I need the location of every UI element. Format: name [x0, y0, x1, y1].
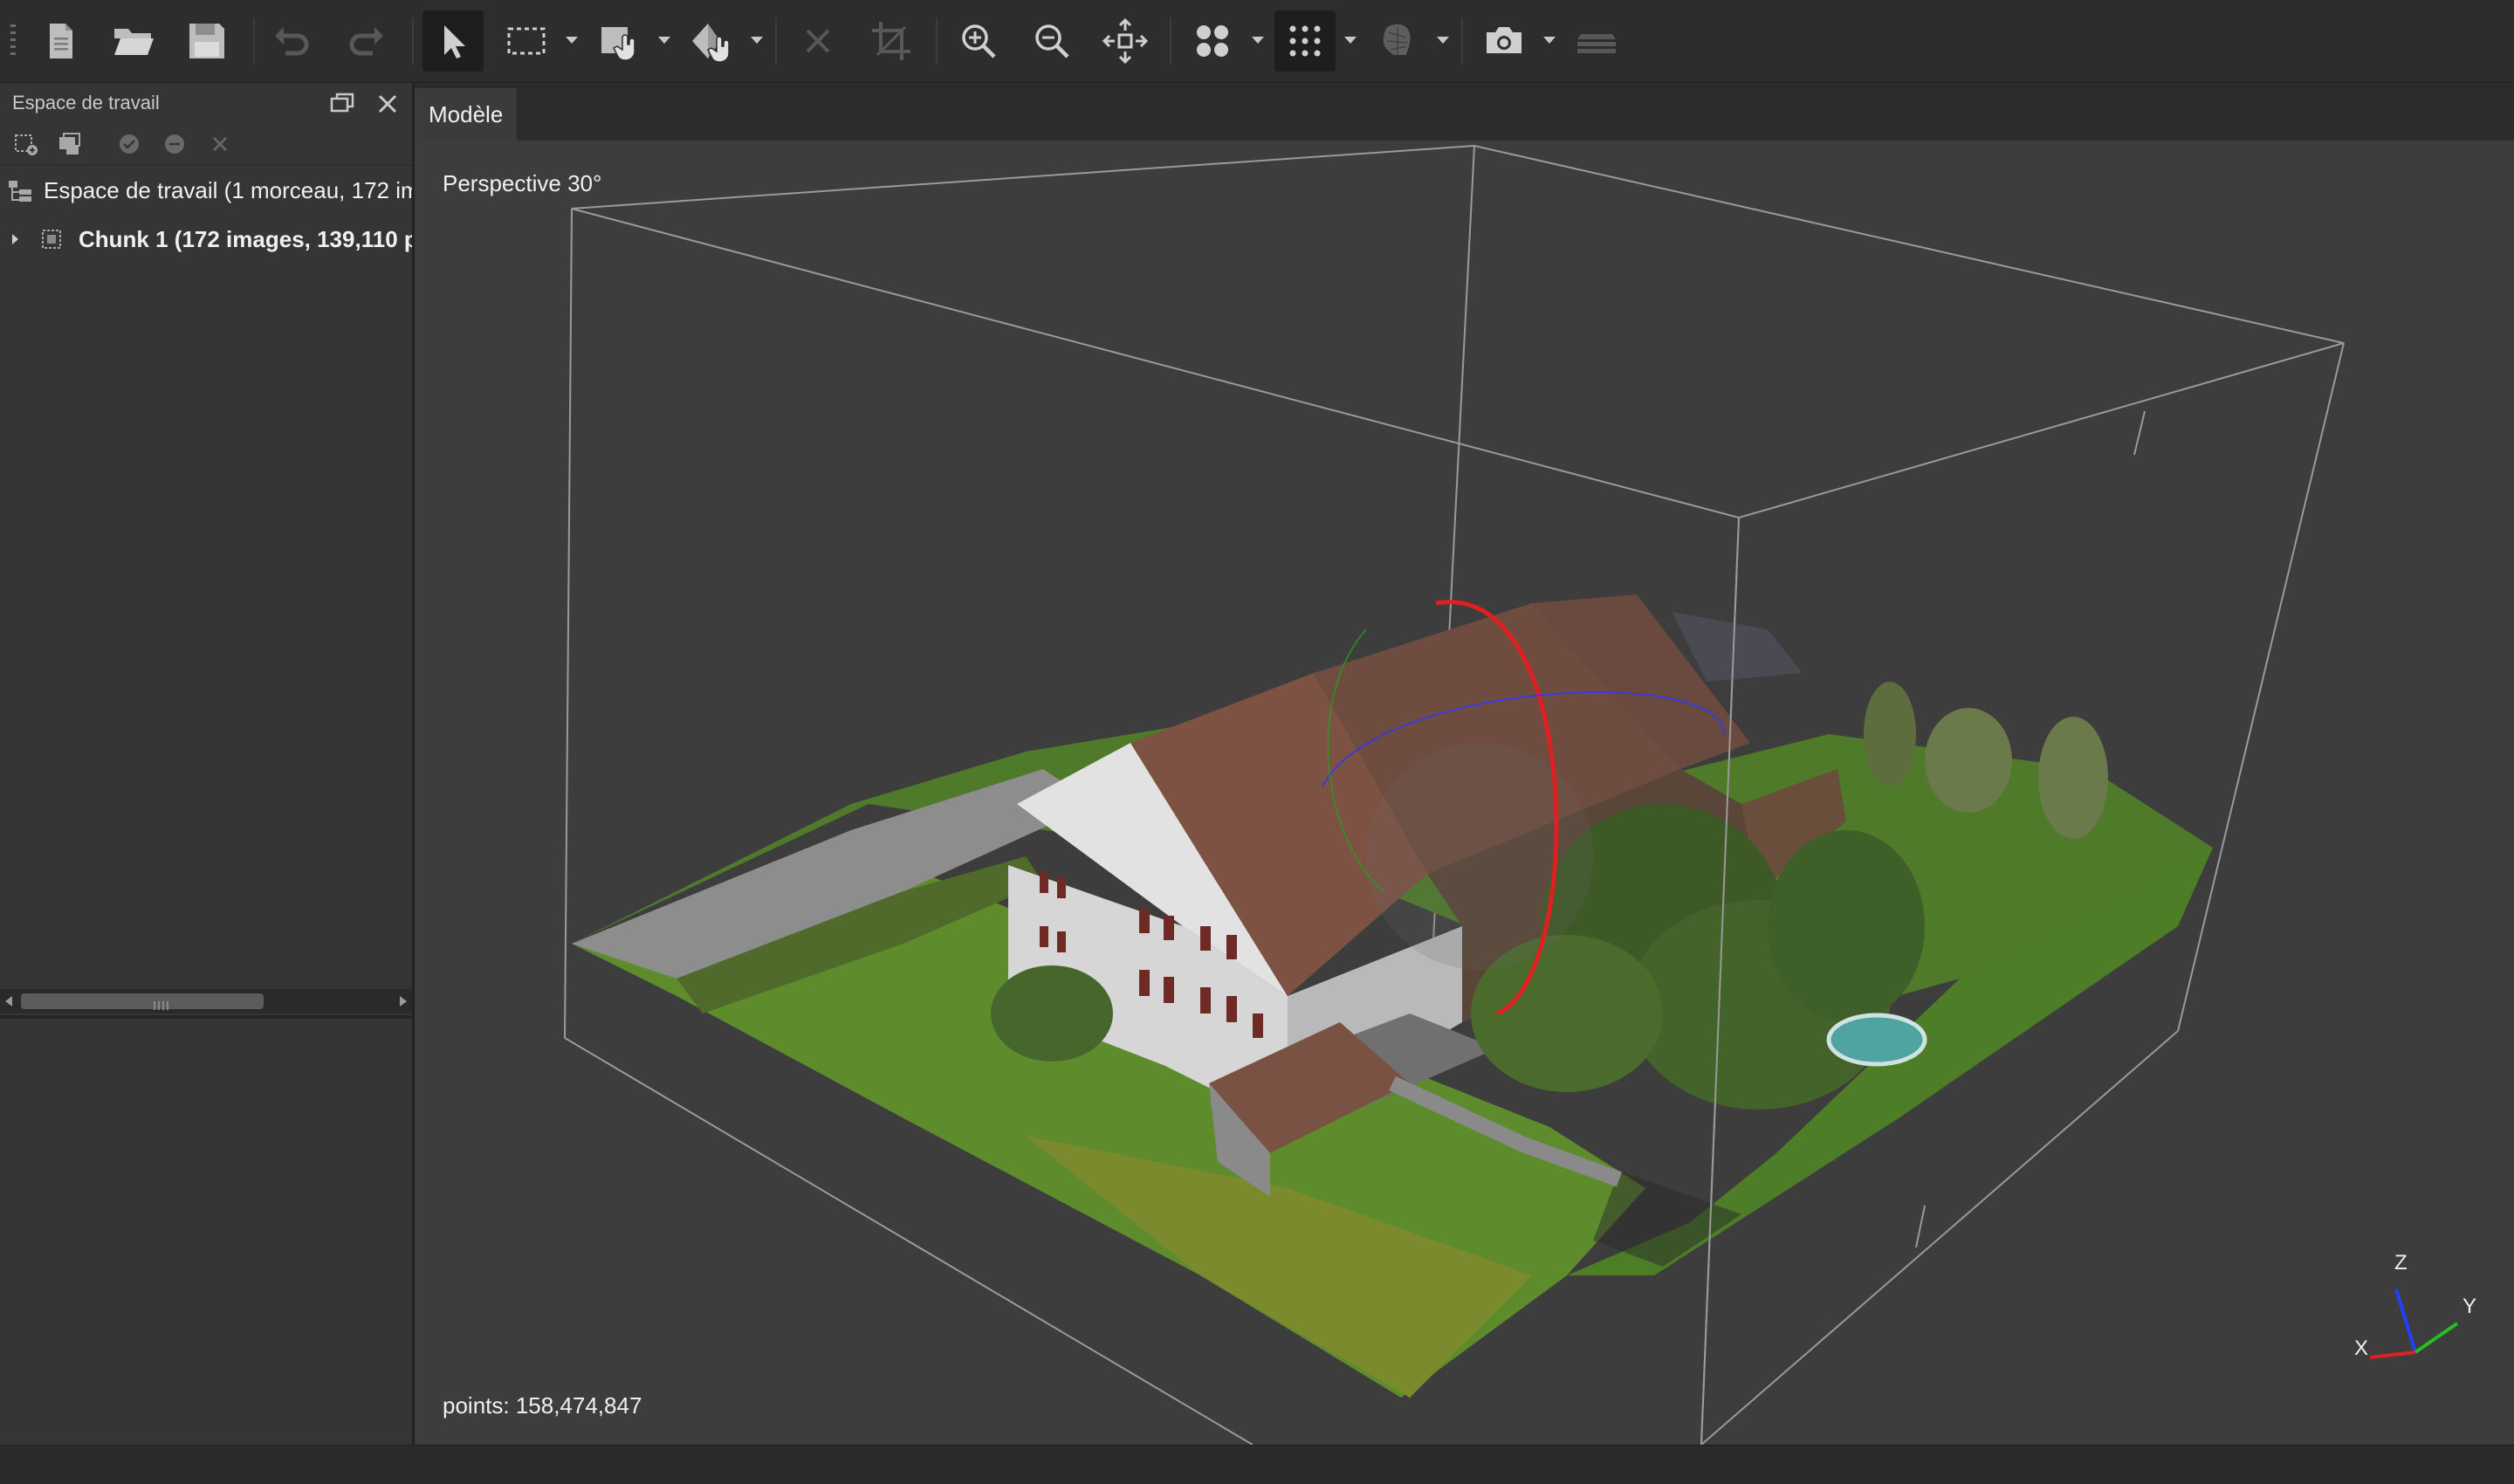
rectangle-selection-icon[interactable] [496, 10, 557, 72]
new-document-icon[interactable] [30, 10, 91, 72]
workspace-tree-icon [9, 181, 31, 202]
zoom-out-icon[interactable] [1021, 10, 1082, 72]
transform-object-dropdown[interactable] [751, 37, 763, 44]
rectangle-selection-dropdown[interactable] [566, 37, 578, 44]
close-panel-icon[interactable] [372, 88, 403, 120]
scroll-right-icon[interactable] [400, 996, 407, 1007]
add-chunk-icon[interactable] [12, 130, 40, 158]
navigation-tool-dropdown[interactable] [658, 37, 670, 44]
projection-label: Perspective 30° [443, 170, 602, 196]
workspace-panel-title: Espace de travail [12, 92, 160, 113]
show-model-icon[interactable] [1367, 10, 1428, 72]
points-count-label: points: 158,474,847 [443, 1392, 642, 1419]
enable-camera-icon[interactable] [115, 130, 143, 158]
tree-item-chunk[interactable]: Chunk 1 (172 images, 139,110 points) [0, 216, 412, 261]
tree-item-workspace-label: Espace de travail (1 morceau, 172 images… [44, 177, 412, 203]
y-axis-label: Y [2462, 1295, 2477, 1318]
layers-icon[interactable] [1566, 10, 1627, 72]
axis-indicator [2369, 1288, 2459, 1359]
crop-icon[interactable] [861, 10, 922, 72]
remove-item-icon[interactable] [206, 130, 234, 158]
show-dense-cloud-dropdown[interactable] [1344, 37, 1357, 44]
workspace-panel-header: Espace de travail [0, 83, 412, 123]
navigation-tool-icon[interactable] [588, 10, 649, 72]
status-bar [0, 1445, 2514, 1484]
show-cameras-dropdown[interactable] [1543, 37, 1556, 44]
show-model-dropdown[interactable] [1437, 37, 1449, 44]
panel-splitter[interactable] [0, 1015, 412, 1019]
delete-icon[interactable] [787, 10, 848, 72]
reset-view-icon[interactable] [1095, 10, 1156, 72]
show-cameras-icon[interactable] [1473, 10, 1535, 72]
model-viewport[interactable]: Perspective 30° points: 158,474,847 Z Y … [415, 141, 2514, 1445]
point-cloud-scene[interactable] [415, 141, 2514, 1445]
viewport-tab-bar: Modèle [415, 83, 2514, 141]
workspace-tree: Espace de travail (1 morceau, 172 images… [0, 167, 412, 551]
redo-icon[interactable] [335, 10, 396, 72]
workspace-panel: Espace de travail Espace de travail (1 m… [0, 83, 415, 1445]
transform-object-icon[interactable] [681, 10, 742, 72]
select-pointer-icon[interactable] [422, 10, 484, 72]
expand-arrow-icon[interactable] [12, 234, 18, 244]
tree-item-workspace[interactable]: Espace de travail (1 morceau, 172 images… [0, 167, 412, 212]
save-icon[interactable] [176, 10, 237, 72]
workspace-tools [0, 123, 412, 166]
float-panel-icon[interactable] [326, 88, 358, 120]
scrollbar-thumb[interactable] [21, 993, 264, 1010]
chunk-icon [42, 230, 61, 249]
z-axis-label: Z [2394, 1251, 2408, 1274]
workspace-horizontal-scrollbar[interactable] [0, 989, 412, 1013]
pool-point-cloud [1826, 1013, 1927, 1067]
open-folder-icon[interactable] [103, 10, 164, 72]
x-axis-line [2369, 1350, 2416, 1359]
show-dense-cloud-icon[interactable] [1274, 10, 1336, 72]
undo-icon[interactable] [262, 10, 323, 72]
y-axis-line [2414, 1322, 2459, 1354]
tree-item-chunk-label: Chunk 1 (172 images, 139,110 points) [79, 226, 412, 252]
tab-model[interactable]: Modèle [415, 88, 518, 141]
z-axis-line [2394, 1288, 2417, 1353]
add-photos-icon[interactable] [56, 130, 84, 158]
disable-camera-icon[interactable] [161, 130, 189, 158]
toolbar-grip[interactable] [10, 24, 16, 59]
show-points-icon[interactable] [1182, 10, 1243, 72]
scroll-left-icon[interactable] [5, 996, 12, 1007]
show-points-dropdown[interactable] [1252, 37, 1264, 44]
x-axis-label: X [2354, 1336, 2369, 1360]
main-toolbar [0, 0, 2514, 83]
zoom-in-icon[interactable] [948, 10, 1009, 72]
